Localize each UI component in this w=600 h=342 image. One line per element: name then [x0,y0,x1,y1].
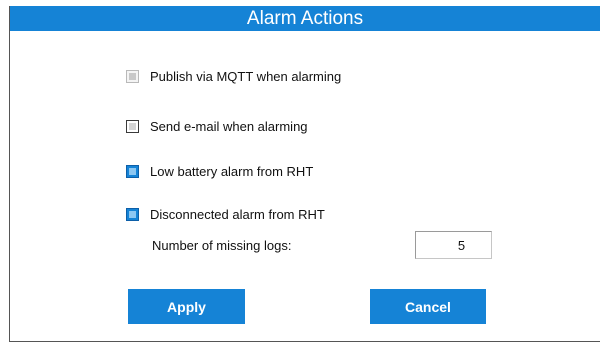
low-battery-option[interactable]: Low battery alarm from RHT [126,164,313,179]
disconnected-checkbox[interactable] [126,208,139,221]
email-checkbox[interactable] [126,120,139,133]
email-label: Send e-mail when alarming [150,119,308,134]
mqtt-checkbox[interactable] [126,70,139,83]
low-battery-label: Low battery alarm from RHT [150,164,314,179]
mqtt-label: Publish via MQTT when alarming [150,69,342,84]
alarm-actions-dialog: Alarm Actions Publish via MQTT when alar… [9,6,600,342]
email-option[interactable]: Send e-mail when alarming [126,119,308,134]
apply-button[interactable]: Apply [128,289,245,324]
mqtt-option[interactable]: Publish via MQTT when alarming [126,69,341,84]
missing-logs-label: Number of missing logs: [152,238,292,253]
missing-logs-input[interactable] [415,231,492,259]
dialog-title: Alarm Actions [10,6,600,31]
disconnected-option[interactable]: Disconnected alarm from RHT [126,207,325,222]
cancel-button[interactable]: Cancel [370,289,486,324]
disconnected-label: Disconnected alarm from RHT [150,207,325,222]
low-battery-checkbox[interactable] [126,165,139,178]
